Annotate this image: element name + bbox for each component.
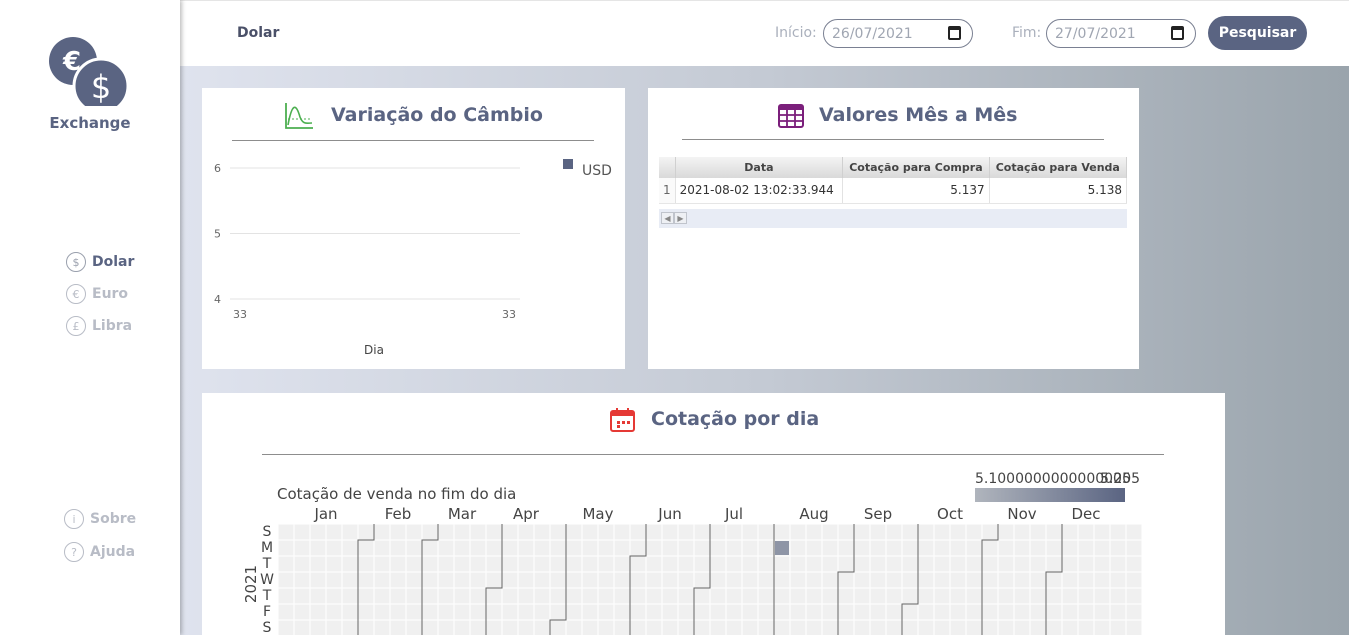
sidebar-item-label: Euro [92, 286, 129, 302]
title-divider [232, 140, 594, 141]
title-divider [262, 454, 1164, 455]
sidebar-item-ajuda[interactable]: ? Ajuda [64, 542, 135, 562]
start-date-value: 26/07/2021 [832, 25, 913, 42]
colorbar [975, 488, 1125, 502]
month-label: Apr [513, 505, 540, 523]
weekday-label: T [262, 556, 272, 572]
svg-text:$: $ [91, 68, 111, 106]
exchange-logo-icon: € $ [49, 37, 130, 106]
page-title: Dolar [237, 25, 280, 41]
end-date-label: Fim: [1012, 25, 1042, 41]
month-label: Jul [724, 505, 743, 523]
sidebar-item-label: Libra [92, 318, 133, 334]
heatmap-title: Cotação de venda no fim do dia [277, 485, 516, 503]
weekday-label: S [263, 620, 272, 635]
sidebar-item-label: Dolar [92, 254, 135, 270]
legend-label[interactable]: USD [582, 163, 612, 179]
cell-venda: 5.138 [989, 178, 1128, 204]
column-header-data[interactable]: Data [675, 157, 844, 178]
top-bar: Dolar Início: 26/07/2021 Fim: 27/07/2021… [180, 0, 1349, 66]
year-label: 2021 [242, 565, 260, 603]
daily-quote-card: Cotação por dia Cotação de venda no fim … [202, 393, 1225, 635]
month-label: May [582, 505, 613, 523]
legend-swatch [563, 159, 573, 169]
x-tick-label: 33 [233, 308, 247, 321]
weekday-label: S [263, 524, 272, 540]
pound-icon: £ [66, 316, 86, 336]
table-icon [778, 104, 804, 128]
calendar-icon [610, 408, 635, 432]
info-icon: i [64, 509, 84, 529]
colorbar-label: 5.205 [1100, 471, 1140, 487]
y-tick-label: 6 [214, 162, 221, 175]
cell-compra: 5.137 [842, 178, 990, 204]
card-title: Valores Mês a Mês [819, 104, 1018, 126]
end-date-input[interactable]: 27/07/2021 [1046, 19, 1196, 48]
weekday-label: T [262, 588, 272, 604]
row-index: 1 [659, 178, 676, 204]
sidebar-item-sobre[interactable]: i Sobre [64, 509, 136, 529]
help-icon: ? [64, 542, 84, 562]
cell-data: 2021-08-02 13:02:33.944 [675, 178, 844, 204]
sidebar-item-label: Ajuda [90, 544, 136, 560]
month-label: Aug [799, 505, 828, 523]
exchange-line-chart: 4 5 6 33 33 Dia USD [214, 159, 612, 357]
line-chart-icon [285, 103, 313, 129]
calendar-picker-icon[interactable] [948, 26, 961, 40]
column-header-venda[interactable]: Cotação para Venda [989, 157, 1128, 178]
weekday-label: W [260, 572, 274, 588]
card-title: Cotação por dia [651, 408, 820, 430]
logo-text: Exchange [49, 114, 131, 132]
title-divider [682, 139, 1104, 140]
card-title: Variação do Câmbio [331, 104, 543, 126]
column-header-index [659, 157, 676, 178]
weekday-label: M [261, 540, 273, 556]
month-label: Nov [1007, 505, 1036, 523]
y-tick-label: 5 [214, 228, 221, 241]
x-tick-label: 33 [502, 308, 516, 321]
month-label: Jun [657, 505, 681, 523]
sidebar-item-libra[interactable]: £ Libra [66, 316, 132, 336]
month-label: Oct [937, 505, 963, 523]
month-label: Feb [385, 505, 412, 523]
variation-card: Variação do Câmbio 4 5 6 33 33 Dia USD [202, 88, 625, 369]
scroll-right-icon[interactable]: ▶ [674, 212, 687, 224]
start-date-label: Início: [775, 25, 817, 41]
values-table: Data Cotação para Compra Cotação para Ve… [659, 157, 1128, 204]
dollar-icon: $ [66, 252, 86, 272]
calendar-heatmap: Cotação de venda no fim do dia5.10000000… [242, 471, 1143, 635]
sidebar-item-label: Sobre [90, 511, 137, 527]
month-label: Sep [864, 505, 892, 523]
month-label: Dec [1071, 505, 1100, 523]
table-row[interactable]: 1 2021-08-02 13:02:33.944 5.137 5.138 [659, 178, 1128, 204]
end-date-value: 27/07/2021 [1055, 25, 1136, 42]
calendar-picker-icon[interactable] [1171, 26, 1184, 40]
monthly-values-card: Valores Mês a Mês Data Cotação para Comp… [648, 88, 1139, 369]
table-header-row: Data Cotação para Compra Cotação para Ve… [659, 157, 1128, 178]
horizontal-scrollbar[interactable]: ◀ ▶ [659, 209, 1127, 228]
sidebar-item-dolar[interactable]: $ Dolar [66, 252, 134, 272]
sidebar: € $ Exchange $ Dolar € Euro £ Libra i So… [0, 0, 180, 635]
euro-icon: € [66, 284, 86, 304]
sidebar-item-euro[interactable]: € Euro [66, 284, 128, 304]
month-label: Jan [313, 505, 337, 523]
x-axis-label: Dia [364, 343, 384, 357]
y-tick-label: 4 [214, 293, 221, 306]
search-button[interactable]: Pesquisar [1208, 16, 1307, 50]
month-label: Mar [448, 505, 477, 523]
column-header-compra[interactable]: Cotação para Compra [842, 157, 990, 178]
scroll-left-icon[interactable]: ◀ [661, 212, 674, 224]
heatmap-cell[interactable] [775, 541, 789, 555]
start-date-input[interactable]: 26/07/2021 [823, 19, 973, 48]
weekday-label: F [263, 604, 271, 620]
